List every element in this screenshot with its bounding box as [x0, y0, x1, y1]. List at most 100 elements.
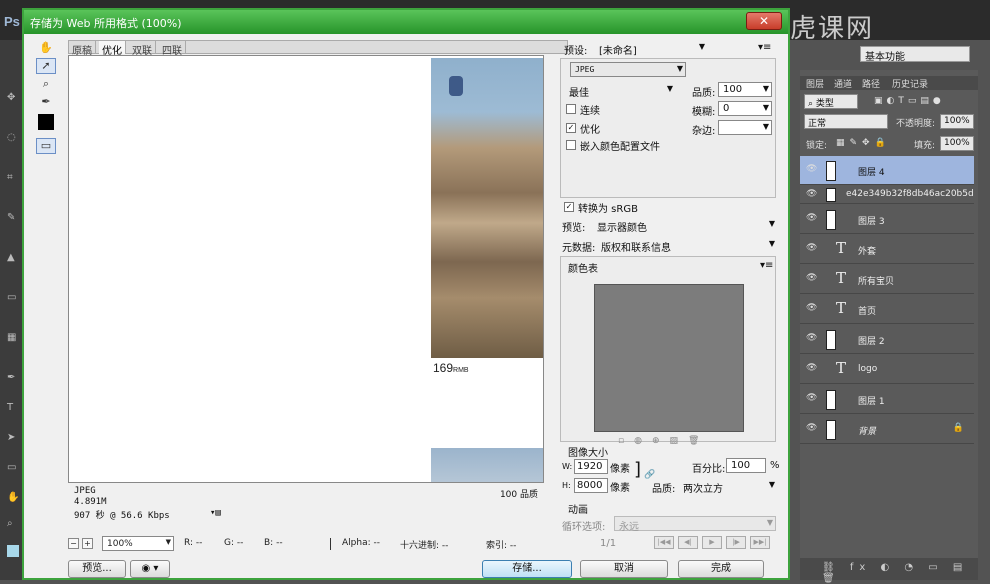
layer-item[interactable]: 👁 Tlogo [800, 355, 974, 384]
r-readout: R: -- [184, 538, 203, 548]
browser-preview-button[interactable]: ◉ ▾ [130, 560, 170, 578]
zoom-in-button[interactable]: + [82, 538, 93, 549]
layer-item[interactable]: 👁 e42e349b32f8db46ac20b5d [800, 186, 974, 204]
move-tool-icon[interactable]: ✥ [7, 92, 21, 104]
blur-input[interactable]: 0 ▼ [718, 101, 772, 116]
visibility-eye-icon[interactable]: 👁 [806, 363, 817, 373]
visibility-eye-icon[interactable]: 👁 [806, 164, 817, 174]
link-icon[interactable]: 🔗 [644, 470, 655, 480]
opacity-input[interactable]: 100% [940, 114, 974, 129]
filter-icons[interactable]: ▣◐T▭▤● [874, 96, 945, 112]
preview-button[interactable]: 预览... [68, 560, 126, 578]
layer-item[interactable]: 👁 T 首页 [800, 295, 974, 324]
visibility-eye-icon[interactable]: 👁 [806, 213, 817, 223]
gradient-tool-icon[interactable]: ▦ [7, 332, 21, 344]
width-input[interactable]: 1920 [574, 459, 608, 474]
loop-select[interactable]: 永远 ▼ [614, 516, 776, 533]
slice-select-tool-icon[interactable]: ➚ [36, 58, 56, 74]
color-table-swatches[interactable] [594, 284, 744, 432]
matte-select[interactable]: ▼ [718, 120, 772, 135]
zoom-select[interactable]: 100% ▼ [102, 536, 174, 551]
color-table-menu-icon[interactable]: ▾≡ [760, 260, 773, 271]
progressive-checkbox[interactable] [566, 104, 576, 114]
save-button[interactable]: 存储... [482, 560, 572, 578]
price-label: 169RMB [433, 361, 469, 375]
visibility-eye-icon[interactable]: 👁 [806, 189, 817, 199]
fill-input[interactable]: 100% [940, 136, 974, 151]
tab-history[interactable]: 历史记录 [892, 77, 928, 90]
tab-layers[interactable]: 图层 [806, 77, 824, 90]
embed-profile-checkbox[interactable] [566, 140, 576, 150]
photoshop-logo: Ps [4, 14, 20, 29]
toggle-slices-icon[interactable]: ▭ [36, 138, 56, 154]
lasso-tool-icon[interactable]: ◌ [7, 132, 21, 144]
tab-optimized[interactable]: 优化 [99, 41, 126, 57]
hand-tool-icon[interactable]: ✋ [7, 492, 21, 504]
speed-menu-icon[interactable]: ▾▤ [210, 508, 221, 518]
metadata-select[interactable]: 版权和联系信息 ▼ [592, 237, 778, 254]
eraser-tool-icon[interactable]: ▭ [7, 292, 21, 304]
dialog-tools: ✋ ➚ ⌕ ✒ ▭ [34, 38, 58, 160]
workspace-select[interactable]: 基本功能 [860, 46, 970, 63]
visibility-eye-icon[interactable]: 👁 [806, 393, 817, 403]
crop-tool-icon[interactable]: ⌗ [7, 172, 21, 184]
settings-menu-icon[interactable]: ▾≡ [758, 42, 771, 53]
preview-mode-select[interactable]: 显示器颜色 ▼ [592, 217, 778, 234]
format-select[interactable]: JPEG ▼ [570, 62, 686, 77]
next-frame-button[interactable]: |▶ [726, 536, 746, 549]
chevron-down-icon: ▼ [666, 84, 673, 93]
visibility-eye-icon[interactable]: 👁 [806, 303, 817, 313]
optimized-checkbox[interactable]: ✓ [566, 123, 576, 133]
visibility-eye-icon[interactable]: 👁 [806, 423, 817, 433]
layer-item[interactable]: 👁 背景 🔒 [800, 415, 974, 444]
layer-item[interactable]: 👁 图层 3 [800, 205, 974, 234]
shape-tool-icon[interactable]: ▭ [7, 462, 21, 474]
cancel-button[interactable]: 取消 [580, 560, 668, 578]
convert-srgb-label: 转换为 sRGB [578, 204, 638, 215]
tab-channels[interactable]: 通道 [834, 77, 852, 90]
layer-actions-icons[interactable]: ⛓ fx ◐ ◔ ▭ ▤ 🗑 [822, 562, 978, 584]
tab-4up[interactable]: 四联 [159, 41, 186, 57]
zoom-tool-icon[interactable]: ⌕ [36, 76, 56, 92]
layer-item[interactable]: 👁 图层 1 [800, 385, 974, 414]
play-button[interactable]: ▶ [702, 536, 722, 549]
layer-item[interactable]: 👁 图层 2 [800, 325, 974, 354]
last-frame-button[interactable]: ▶▶| [750, 536, 770, 549]
layer-item[interactable]: 👁 T 外套 [800, 235, 974, 264]
pen-tool-icon[interactable]: ✒ [7, 372, 21, 384]
visibility-eye-icon[interactable]: 👁 [806, 243, 817, 253]
first-frame-button[interactable]: |◀◀ [654, 536, 674, 549]
height-input[interactable]: 8000 [574, 478, 608, 493]
blend-mode-select[interactable]: 正常 [804, 114, 888, 129]
layer-item[interactable]: 👁 图层 4 [800, 156, 974, 185]
zoom-tool-icon[interactable]: ⌕ [7, 518, 21, 530]
convert-srgb-checkbox[interactable]: ✓ [564, 202, 574, 212]
brush-tool-icon[interactable]: ✎ [7, 212, 21, 224]
layer-item[interactable]: 👁 T 所有宝贝 [800, 265, 974, 294]
eyedropper-tool-icon[interactable]: ✒ [36, 94, 56, 110]
done-button[interactable]: 完成 [678, 560, 764, 578]
resample-select[interactable]: 两次立方 ▼ [678, 478, 778, 495]
prev-frame-button[interactable]: ◀| [678, 536, 698, 549]
preset-select[interactable]: [未命名] ▼ [594, 40, 708, 57]
quality-input[interactable]: 100 ▼ [718, 82, 772, 97]
foreground-color-swatch[interactable] [7, 545, 19, 557]
type-tool-icon[interactable]: T [7, 402, 21, 414]
stamp-tool-icon[interactable]: ▲ [7, 252, 21, 264]
eyedropper-color-swatch[interactable] [38, 114, 54, 130]
lock-icons[interactable]: ▦✎✥🔒 [836, 138, 891, 154]
tab-original[interactable]: 原稿 [69, 41, 96, 57]
path-select-icon[interactable]: ➤ [7, 432, 21, 444]
layer-kind-filter[interactable]: ⌕ 类型 [804, 94, 858, 109]
close-button[interactable]: ✕ [746, 12, 782, 30]
visibility-eye-icon[interactable]: 👁 [806, 273, 817, 283]
image-preview[interactable]: 169RMB [68, 55, 544, 483]
quality-level-select[interactable]: 最佳 ▼ [564, 82, 676, 99]
zoom-out-button[interactable]: − [68, 538, 79, 549]
tab-paths[interactable]: 路径 [862, 77, 880, 90]
color-table-action-icons[interactable]: ▫◍⊕▨🗑 [618, 436, 709, 446]
hand-tool-icon[interactable]: ✋ [36, 40, 56, 56]
tab-2up[interactable]: 双联 [129, 41, 156, 57]
visibility-eye-icon[interactable]: 👁 [806, 333, 817, 343]
percent-input[interactable]: 100 [726, 458, 766, 473]
